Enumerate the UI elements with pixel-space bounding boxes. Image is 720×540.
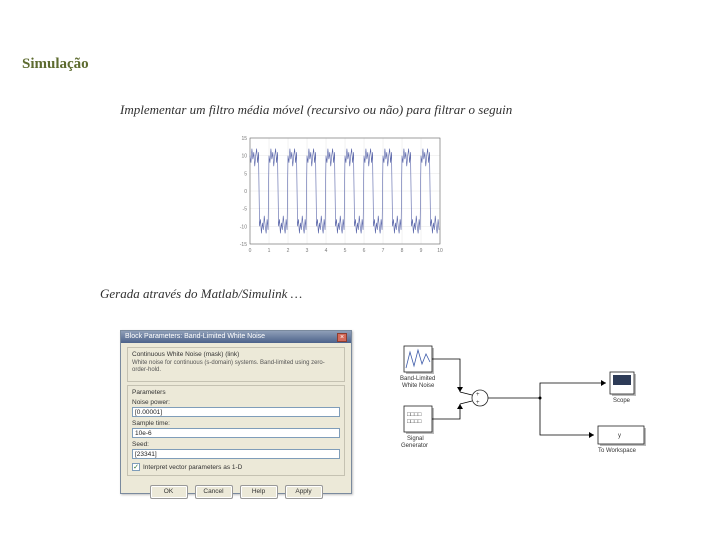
- svg-text:6: 6: [363, 248, 366, 254]
- signal-gen-label-1: Signal: [407, 436, 424, 442]
- noise-block-label-2: White Noise: [402, 383, 435, 389]
- svg-text:8: 8: [401, 248, 404, 254]
- seed-field[interactable]: [23341]: [132, 449, 340, 459]
- dialog-titlebar: Block Parameters: Band-Limited White Noi…: [121, 331, 351, 343]
- instruction-text-2: Gerada através do Matlab/Simulink …: [100, 286, 302, 302]
- svg-text:□□□□: □□□□: [407, 419, 422, 425]
- interpret-vector-row[interactable]: ✓ Interpret vector parameters as 1-D: [132, 463, 340, 471]
- dialog-title: Block Parameters: Band-Limited White Noi…: [125, 331, 265, 343]
- signal-gen-label-2: Generator: [401, 443, 428, 449]
- apply-button[interactable]: Apply: [285, 485, 323, 499]
- svg-text:4: 4: [325, 248, 328, 254]
- svg-text:9: 9: [420, 248, 423, 254]
- svg-text:10: 10: [241, 154, 247, 160]
- noise-power-label: Noise power:: [132, 399, 340, 406]
- noise-block-label-1: Band-Limited: [400, 376, 435, 382]
- sample-time-field[interactable]: 10e-6: [132, 428, 340, 438]
- help-button[interactable]: Help: [240, 485, 278, 499]
- close-icon[interactable]: ×: [337, 333, 347, 342]
- svg-text:+: +: [476, 392, 480, 398]
- interpret-vector-label: Interpret vector parameters as 1-D: [143, 464, 242, 471]
- noisy-signal-chart: -15 -10 -5 0 5 10 15 0 1 2 3 4 5 6 7 8 9 10: [228, 130, 448, 260]
- svg-text:y: y: [618, 433, 621, 439]
- ok-button[interactable]: OK: [150, 485, 188, 499]
- svg-text:0: 0: [249, 248, 252, 254]
- dialog-button-row: OK Cancel Help Apply: [121, 481, 351, 502]
- svg-text:10: 10: [437, 248, 443, 254]
- block-parameters-dialog: Block Parameters: Band-Limited White Noi…: [120, 330, 352, 494]
- group-title-mask: Continuous White Noise (mask) (link): [132, 351, 340, 358]
- noise-power-field[interactable]: [0.00001]: [132, 407, 340, 417]
- svg-text:-5: -5: [243, 207, 248, 213]
- group-title-params: Parameters: [132, 389, 340, 396]
- parameters-group: Parameters Noise power: [0.00001] Sample…: [127, 385, 345, 476]
- svg-text:1: 1: [268, 248, 271, 254]
- simulink-diagram: Band-Limited White Noise □□□□ □□□□ Signa…: [390, 338, 670, 478]
- svg-text:0: 0: [244, 189, 247, 195]
- cancel-button[interactable]: Cancel: [195, 485, 233, 499]
- to-workspace-label: To Workspace: [598, 448, 637, 454]
- sample-time-label: Sample time:: [132, 420, 340, 427]
- svg-text:5: 5: [244, 171, 247, 177]
- svg-text:3: 3: [306, 248, 309, 254]
- svg-text:5: 5: [344, 248, 347, 254]
- svg-text:2: 2: [287, 248, 290, 254]
- mask-description-group: Continuous White Noise (mask) (link) Whi…: [127, 347, 345, 382]
- svg-text:□□□□: □□□□: [407, 412, 422, 418]
- seed-label: Seed:: [132, 441, 340, 448]
- svg-text:7: 7: [382, 248, 385, 254]
- matlab-screenshot-cluster: Block Parameters: Band-Limited White Noi…: [120, 330, 680, 500]
- svg-text:-15: -15: [240, 242, 247, 248]
- slide-heading: Simulação: [22, 56, 89, 73]
- instruction-text-1: Implementar um filtro média móvel (recur…: [120, 102, 512, 118]
- svg-text:-10: -10: [240, 224, 247, 230]
- scope-label: Scope: [613, 398, 631, 404]
- mask-description-text: White noise for continuous (s-domain) sy…: [132, 360, 340, 374]
- checkbox-icon[interactable]: ✓: [132, 463, 140, 471]
- svg-text:15: 15: [241, 136, 247, 142]
- svg-text:+: +: [476, 400, 480, 406]
